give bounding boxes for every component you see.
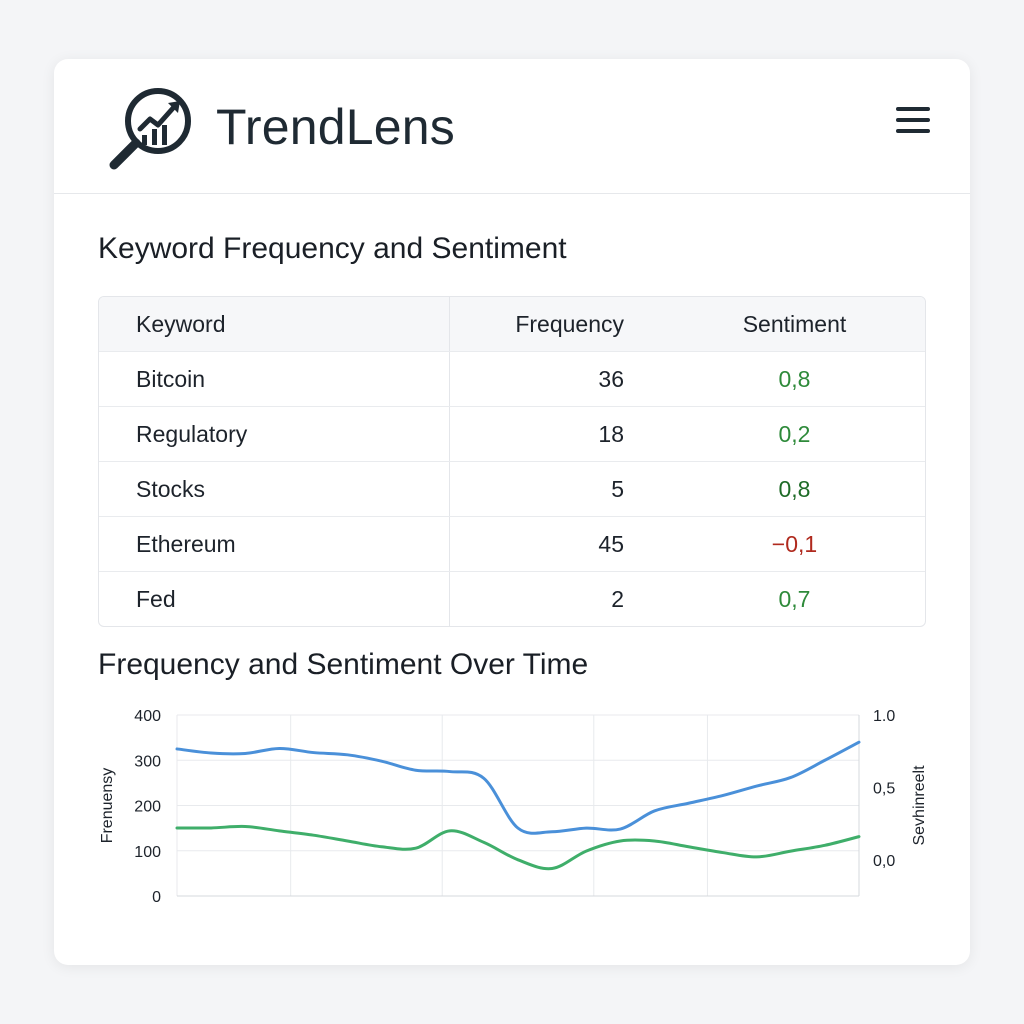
y-tick-label: 300 (134, 753, 161, 770)
app-card: TrendLens Keyword Frequency and Sentimen… (54, 59, 970, 965)
sentiment-series-line (175, 824, 861, 871)
y-tick-label: 100 (134, 844, 161, 861)
y2-tick-label: 0,5 (873, 780, 895, 797)
y-tick-label: 0 (152, 889, 161, 906)
y-tick-label: 400 (134, 708, 161, 725)
y2-axis-title: Sevhinreelt (911, 765, 928, 846)
frequency-sentiment-chart: 0 100 200 300 400 0,0 0,5 1.0 Frenuensy Sevhinree… (99, 708, 928, 906)
y-tick-label: 200 (134, 799, 161, 816)
y-axis-title: Frenuensy (99, 768, 116, 844)
y2-tick-label: 1.0 (873, 708, 895, 725)
frequency-series-line (175, 740, 861, 835)
y2-tick-label: 0,0 (873, 853, 895, 870)
